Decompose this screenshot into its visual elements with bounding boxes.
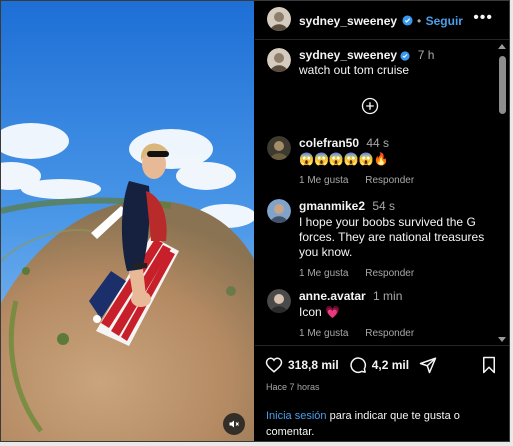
verified-badge-icon xyxy=(400,51,410,61)
header-username[interactable]: sydney_sweeney xyxy=(299,14,397,28)
comment-body: gmanmike2 54 s I hope your boobs survive… xyxy=(299,199,491,281)
comment-time: 54 s xyxy=(372,199,396,213)
post-media[interactable] xyxy=(1,1,254,441)
comment-actions: 1 Me gusta Responder xyxy=(299,266,491,281)
comments-list: sydney_sweeney 7 h watch out tom cruise … xyxy=(255,40,495,344)
caption-body: sydney_sweeney 7 h watch out tom cruise xyxy=(299,48,491,78)
comment-likes[interactable]: 1 Me gusta xyxy=(299,175,348,186)
comments-count: 4,2 mil xyxy=(371,358,410,372)
like-group: 318,8 mil xyxy=(265,356,339,374)
post-panel: sydney_sweeney • Seguir ••• sydney_sween… xyxy=(255,1,509,441)
more-options-button[interactable]: ••• xyxy=(473,9,493,27)
profile-photo xyxy=(267,7,291,31)
caption-username[interactable]: sydney_sweeney xyxy=(299,48,397,62)
comment-username[interactable]: gmanmike2 xyxy=(299,199,365,213)
mute-button[interactable] xyxy=(223,413,245,435)
post-header: sydney_sweeney • Seguir ••• xyxy=(255,1,509,40)
send-icon[interactable] xyxy=(419,356,437,374)
comment-text: Icon 💗 xyxy=(299,305,340,319)
header-meta: sydney_sweeney • Seguir xyxy=(299,12,463,30)
comment-bubble-icon[interactable] xyxy=(349,356,367,374)
caption-text: watch out tom cruise xyxy=(299,63,410,77)
comment-time: 44 s xyxy=(366,136,390,150)
comment-actions: 1 Me gusta Responder xyxy=(299,173,491,188)
verified-badge-icon xyxy=(401,15,413,26)
share-group xyxy=(419,356,437,374)
post-actions: 318,8 mil 4,2 mil xyxy=(265,356,447,374)
avatar[interactable] xyxy=(267,136,291,160)
avatar[interactable] xyxy=(267,48,291,72)
comment-group: 4,2 mil xyxy=(349,356,409,374)
scroll-down-arrow-icon[interactable] xyxy=(498,337,506,342)
separator-dot: • xyxy=(416,14,422,28)
comment-body: colefran50 44 s 😱😱😱😱😱🔥 1 Me gusta Respon… xyxy=(299,136,491,188)
comment-time: 1 min xyxy=(373,289,403,303)
comment-username[interactable]: anne.avatar xyxy=(299,289,366,303)
reply-button[interactable]: Responder xyxy=(365,268,414,279)
save-button[interactable] xyxy=(481,356,497,379)
post-footer: 318,8 mil 4,2 mil Hace 7 horas Inicia se… xyxy=(255,345,509,441)
profile-photo xyxy=(267,199,291,223)
caption-time: 7 h xyxy=(417,48,435,62)
login-link[interactable]: Inicia sesión xyxy=(266,410,327,422)
avatar[interactable] xyxy=(267,7,291,31)
heart-icon[interactable] xyxy=(265,356,283,374)
profile-photo xyxy=(267,289,291,313)
comment-actions: 1 Me gusta Responder xyxy=(299,326,491,341)
reply-button[interactable]: Responder xyxy=(365,175,414,186)
comment-username[interactable]: colefran50 xyxy=(299,136,359,150)
post-modal: sydney_sweeney • Seguir ••• sydney_sween… xyxy=(0,0,510,442)
comments-scrollbar[interactable] xyxy=(497,42,507,344)
comment-likes[interactable]: 1 Me gusta xyxy=(299,268,348,279)
comment-likes[interactable]: 1 Me gusta xyxy=(299,328,348,339)
login-prompt: Inicia sesión para indicar que te gusta … xyxy=(266,408,476,440)
add-circle-icon xyxy=(361,97,379,115)
avatar[interactable] xyxy=(267,289,291,313)
scrollbar-thumb[interactable] xyxy=(499,56,506,114)
comment-text: I hope your boobs survived the G forces.… xyxy=(299,215,485,259)
comment-text: 😱😱😱😱😱🔥 xyxy=(299,152,389,166)
speaker-muted-icon xyxy=(229,420,239,428)
avatar[interactable] xyxy=(267,199,291,223)
likes-count: 318,8 mil xyxy=(288,358,339,372)
load-more-comments-button[interactable] xyxy=(361,97,379,115)
follow-button[interactable]: Seguir xyxy=(426,14,463,28)
post-time-ago: Hace 7 horas xyxy=(266,382,320,392)
bookmark-icon xyxy=(483,356,495,374)
comment-body: anne.avatar 1 min Icon 💗 1 Me gusta Resp… xyxy=(299,289,491,341)
profile-photo xyxy=(267,48,291,72)
scroll-up-arrow-icon[interactable] xyxy=(498,44,506,49)
profile-photo xyxy=(267,136,291,160)
reply-button[interactable]: Responder xyxy=(365,328,414,339)
video-frame xyxy=(1,1,254,441)
